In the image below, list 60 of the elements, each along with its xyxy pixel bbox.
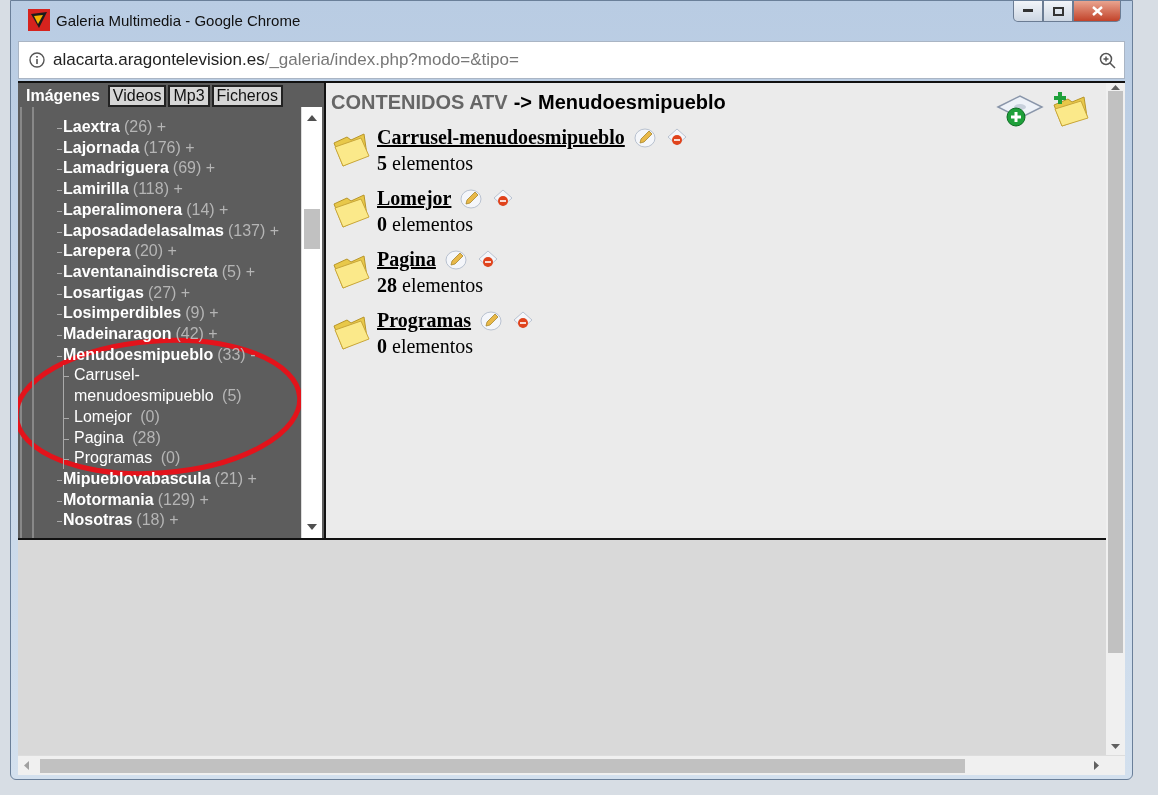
element-count: 28 elementos	[377, 274, 485, 297]
info-icon[interactable]	[29, 52, 45, 68]
tree-item[interactable]: Madeinaragon (42) +	[48, 324, 304, 345]
tree-item[interactable]: Lamirilla (118) +	[48, 179, 304, 200]
scroll-thumb[interactable]	[40, 759, 965, 773]
tab[interactable]: Mp3	[168, 85, 210, 107]
tree-item[interactable]: Laextra (26) +	[48, 117, 304, 138]
folder-link[interactable]: Lomejor	[377, 186, 452, 210]
pencil-disc-icon[interactable]	[479, 309, 504, 331]
element-count: 0 elementos	[377, 213, 475, 236]
tree-item[interactable]: Lajornada (176) +	[48, 137, 304, 159]
close-icon	[1091, 6, 1103, 16]
pencil-disc-icon[interactable]	[459, 187, 484, 209]
tree-item[interactable]: Pagina (28)	[64, 427, 274, 449]
tree-item[interactable]: Lamadriguera (69) +	[48, 158, 304, 180]
breadcrumb-root[interactable]: CONTENIDOS ATV	[331, 91, 508, 114]
minimize-button[interactable]	[1013, 1, 1043, 22]
url-path: /_galeria/index.php?modo=&tipo=	[264, 50, 519, 70]
tab[interactable]: Ficheros	[211, 85, 283, 107]
scroll-down-icon[interactable]	[307, 524, 317, 530]
element-count: 5 elementos	[377, 152, 475, 175]
tree-item[interactable]: Larepera (20) +	[48, 241, 304, 262]
tree-item[interactable]: Laperalimonera (14) +	[48, 199, 304, 221]
minimize-icon	[1023, 9, 1033, 13]
tree-item[interactable]: Programas (0)	[64, 448, 274, 469]
tree-item[interactable]: Carrusel-menudoesmipueblo (5)	[64, 365, 274, 407]
close-button[interactable]	[1073, 1, 1121, 22]
folder-link[interactable]: Pagina	[377, 247, 436, 271]
scroll-down-icon[interactable]	[1111, 744, 1120, 749]
scroll-thumb[interactable]	[304, 209, 320, 249]
pencil-disc-icon[interactable]	[443, 248, 468, 270]
tree-scrollbar[interactable]	[301, 107, 322, 538]
breadcrumb-separator: ->	[513, 91, 532, 114]
maximize-icon	[1052, 6, 1064, 16]
app-icon	[28, 9, 50, 31]
tree-item[interactable]: Losimperdibles (9) +	[48, 303, 304, 325]
scroll-right-icon[interactable]	[1094, 761, 1099, 770]
window-title: Galeria Multimedia - Google Chrome	[56, 11, 302, 29]
pencil-disc-icon[interactable]	[632, 126, 657, 148]
tree-item[interactable]: Mipueblovabascula (21) +	[48, 468, 304, 490]
page-scrollbar[interactable]	[1106, 83, 1125, 755]
tree-item[interactable]: Motormania (129) +	[48, 489, 304, 511]
scroll-up-icon[interactable]	[307, 115, 317, 121]
horizontal-scrollbar[interactable]	[18, 755, 1125, 775]
tree-item[interactable]: Lomejor (0)	[64, 406, 274, 428]
maximize-button[interactable]	[1043, 1, 1073, 22]
zoom-icon[interactable]	[1099, 51, 1116, 69]
tab[interactable]: Videos	[107, 85, 167, 107]
add-folder-icon[interactable]	[1050, 91, 1090, 127]
tree-item[interactable]: Laventanaindiscreta (5) +	[48, 261, 304, 283]
tree-item[interactable]: Laposadadelasalmas (137) +	[48, 220, 304, 242]
folder-link[interactable]: Programas	[377, 308, 472, 332]
scroll-thumb[interactable]	[1108, 91, 1123, 653]
folder-link[interactable]: Carrusel-menudoesmipueblo	[377, 125, 625, 149]
breadcrumb-current: Menudoesmipueblo	[538, 91, 726, 114]
element-count: 0 elementos	[377, 335, 475, 358]
scroll-left-icon[interactable]	[24, 761, 29, 770]
tree-item[interactable]: Losartigas (27) +	[48, 282, 304, 304]
url-domain: alacarta.aragontelevision.es	[53, 50, 265, 70]
tree-item[interactable]: Nosotras (18) +	[48, 510, 304, 532]
